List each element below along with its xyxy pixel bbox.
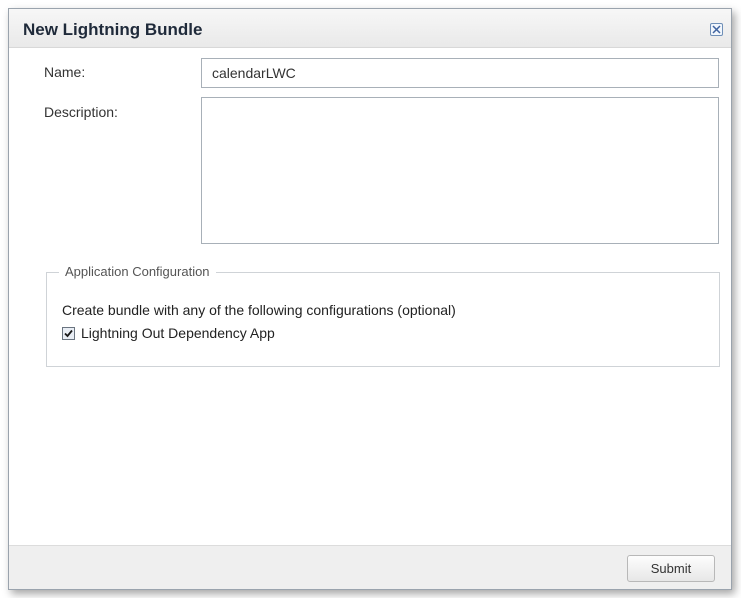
dialog-title: New Lightning Bundle [23, 20, 203, 39]
lightning-out-dependency-checkbox[interactable] [62, 326, 75, 340]
lightning-out-dependency-option[interactable]: Lightning Out Dependency App [62, 325, 275, 341]
application-configuration-legend: Application Configuration [59, 264, 216, 279]
dialog-content: Name: Description: Application Configura… [19, 48, 722, 546]
close-button[interactable] [710, 23, 723, 36]
new-lightning-bundle-dialog: New Lightning Bundle Name: Description: … [8, 8, 732, 590]
checkmark-icon [64, 329, 73, 337]
close-icon [712, 25, 721, 34]
description-textarea[interactable] [201, 97, 719, 244]
description-label: Description: [44, 104, 118, 120]
submit-button[interactable]: Submit [627, 555, 715, 582]
configuration-instructions: Create bundle with any of the following … [62, 302, 456, 318]
application-configuration-group: Application Configuration Create bundle … [46, 264, 720, 367]
dialog-titlebar: New Lightning Bundle [9, 9, 731, 48]
name-input[interactable] [201, 58, 719, 88]
name-label: Name: [44, 64, 86, 80]
dialog-footer: Submit [9, 545, 731, 589]
lightning-out-dependency-label: Lightning Out Dependency App [81, 325, 275, 341]
